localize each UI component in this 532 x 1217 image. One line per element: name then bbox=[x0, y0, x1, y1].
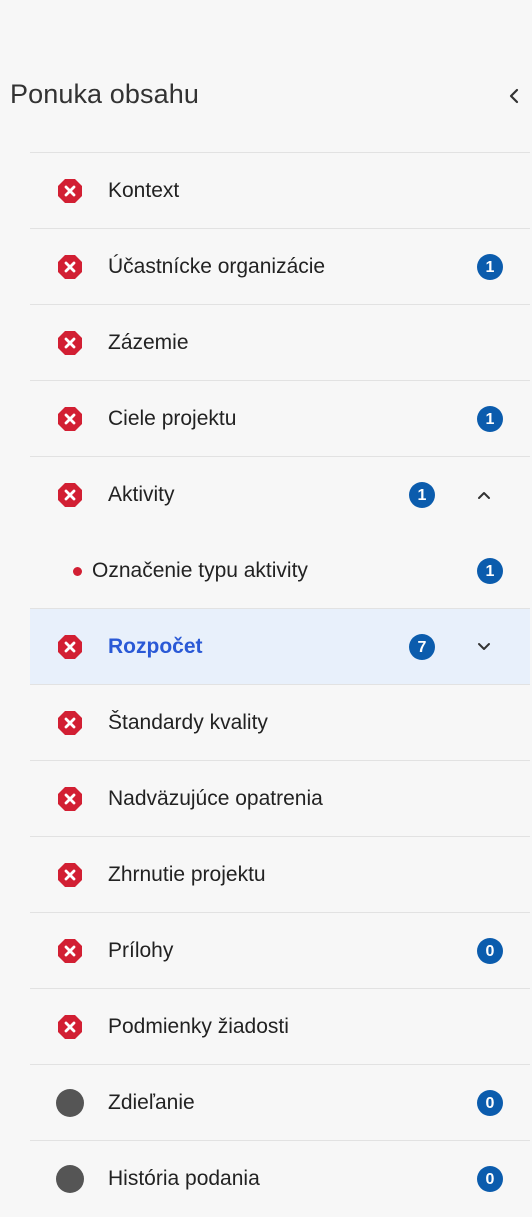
nav-item-nadvazujuce-opatrenia[interactable]: Nadväzujúce opatrenia bbox=[30, 761, 530, 837]
count-badge: 0 bbox=[477, 1166, 503, 1192]
nav-item-zdielanie[interactable]: Zdieľanie 0 bbox=[30, 1065, 530, 1141]
nav-item-label: Aktivity bbox=[108, 483, 175, 506]
count-badge: 1 bbox=[477, 254, 503, 280]
error-icon bbox=[58, 787, 82, 811]
error-icon bbox=[58, 1015, 82, 1039]
neutral-status-icon bbox=[56, 1165, 84, 1193]
count-badge: 1 bbox=[477, 406, 503, 432]
count-badge: 0 bbox=[477, 938, 503, 964]
nav-item-label: Nadväzujúce opatrenia bbox=[108, 787, 323, 810]
nav-item-historia-podania[interactable]: História podania 0 bbox=[30, 1141, 530, 1217]
error-icon bbox=[58, 179, 82, 203]
error-icon bbox=[58, 407, 82, 431]
nav-item-label: Účastnícke organizácie bbox=[108, 255, 326, 278]
error-icon bbox=[58, 863, 82, 887]
count-badge-text: 1 bbox=[486, 563, 495, 580]
count-badge-text: 0 bbox=[486, 1171, 495, 1188]
error-icon bbox=[58, 331, 82, 355]
nav-item-label: Zdieľanie bbox=[108, 1091, 195, 1114]
collapse-menu-button[interactable] bbox=[500, 82, 528, 110]
error-dot-icon bbox=[73, 567, 82, 576]
error-icon bbox=[58, 255, 82, 279]
nav-item-label: História podania bbox=[108, 1167, 260, 1190]
count-badge-text: 0 bbox=[486, 1095, 495, 1112]
nav-item-label: Zhrnutie projektu bbox=[108, 863, 266, 886]
nav-item-label: Prílohy bbox=[108, 939, 174, 962]
count-badge: 7 bbox=[409, 634, 435, 660]
nav-item-standardy-kvality[interactable]: Štandardy kvality bbox=[30, 685, 530, 761]
nav-item-label: Zázemie bbox=[108, 331, 189, 354]
nav-subitem-oznacenie-typu-aktivity[interactable]: Označenie typu aktivity 1 bbox=[30, 533, 530, 609]
nav-item-kontext[interactable]: Kontext bbox=[30, 153, 530, 229]
nav-item-podmienky-ziadosti[interactable]: Podmienky žiadosti bbox=[30, 989, 530, 1065]
chevron-up-icon[interactable] bbox=[470, 481, 498, 509]
count-badge-text: 1 bbox=[418, 487, 427, 504]
count-badge-text: 0 bbox=[486, 943, 495, 960]
count-badge: 1 bbox=[477, 558, 503, 584]
nav-item-prilohy[interactable]: Prílohy 0 bbox=[30, 913, 530, 989]
nav-item-ciele-projektu[interactable]: Ciele projektu 1 bbox=[30, 381, 530, 457]
error-icon bbox=[58, 711, 82, 735]
error-icon bbox=[58, 635, 82, 659]
nav-item-label: Kontext bbox=[108, 179, 180, 202]
count-badge-text: 7 bbox=[418, 639, 427, 656]
count-badge: 0 bbox=[477, 1090, 503, 1116]
content-menu-panel: Ponuka obsahu Kontext Účastnícke organiz… bbox=[0, 0, 532, 1202]
chevron-left-icon bbox=[509, 88, 519, 104]
content-menu-header: Ponuka obsahu bbox=[0, 0, 532, 152]
nav-item-label: Ciele projektu bbox=[108, 407, 237, 430]
nav-item-label: Podmienky žiadosti bbox=[108, 1015, 289, 1038]
nav-item-aktivity[interactable]: Aktivity 1 bbox=[30, 457, 530, 533]
count-badge: 1 bbox=[409, 482, 435, 508]
content-menu-list: Kontext Účastnícke organizácie 1 Zázemie bbox=[30, 152, 530, 1217]
chevron-down-icon[interactable] bbox=[470, 633, 498, 661]
nav-item-zhrnutie-projektu[interactable]: Zhrnutie projektu bbox=[30, 837, 530, 913]
nav-item-label: Označenie typu aktivity bbox=[92, 559, 308, 582]
nav-item-zazemie[interactable]: Zázemie bbox=[30, 305, 530, 381]
nav-item-label: Štandardy kvality bbox=[108, 711, 268, 734]
nav-item-ucastnicke-organizacie[interactable]: Účastnícke organizácie 1 bbox=[30, 229, 530, 305]
count-badge-text: 1 bbox=[486, 411, 495, 428]
neutral-status-icon bbox=[56, 1089, 84, 1117]
count-badge-text: 1 bbox=[486, 259, 495, 276]
nav-item-label: Rozpočet bbox=[108, 635, 203, 658]
content-menu-title: Ponuka obsahu bbox=[10, 79, 199, 109]
nav-item-rozpocet[interactable]: Rozpočet 7 bbox=[30, 609, 530, 685]
error-icon bbox=[58, 939, 82, 963]
error-icon bbox=[58, 483, 82, 507]
